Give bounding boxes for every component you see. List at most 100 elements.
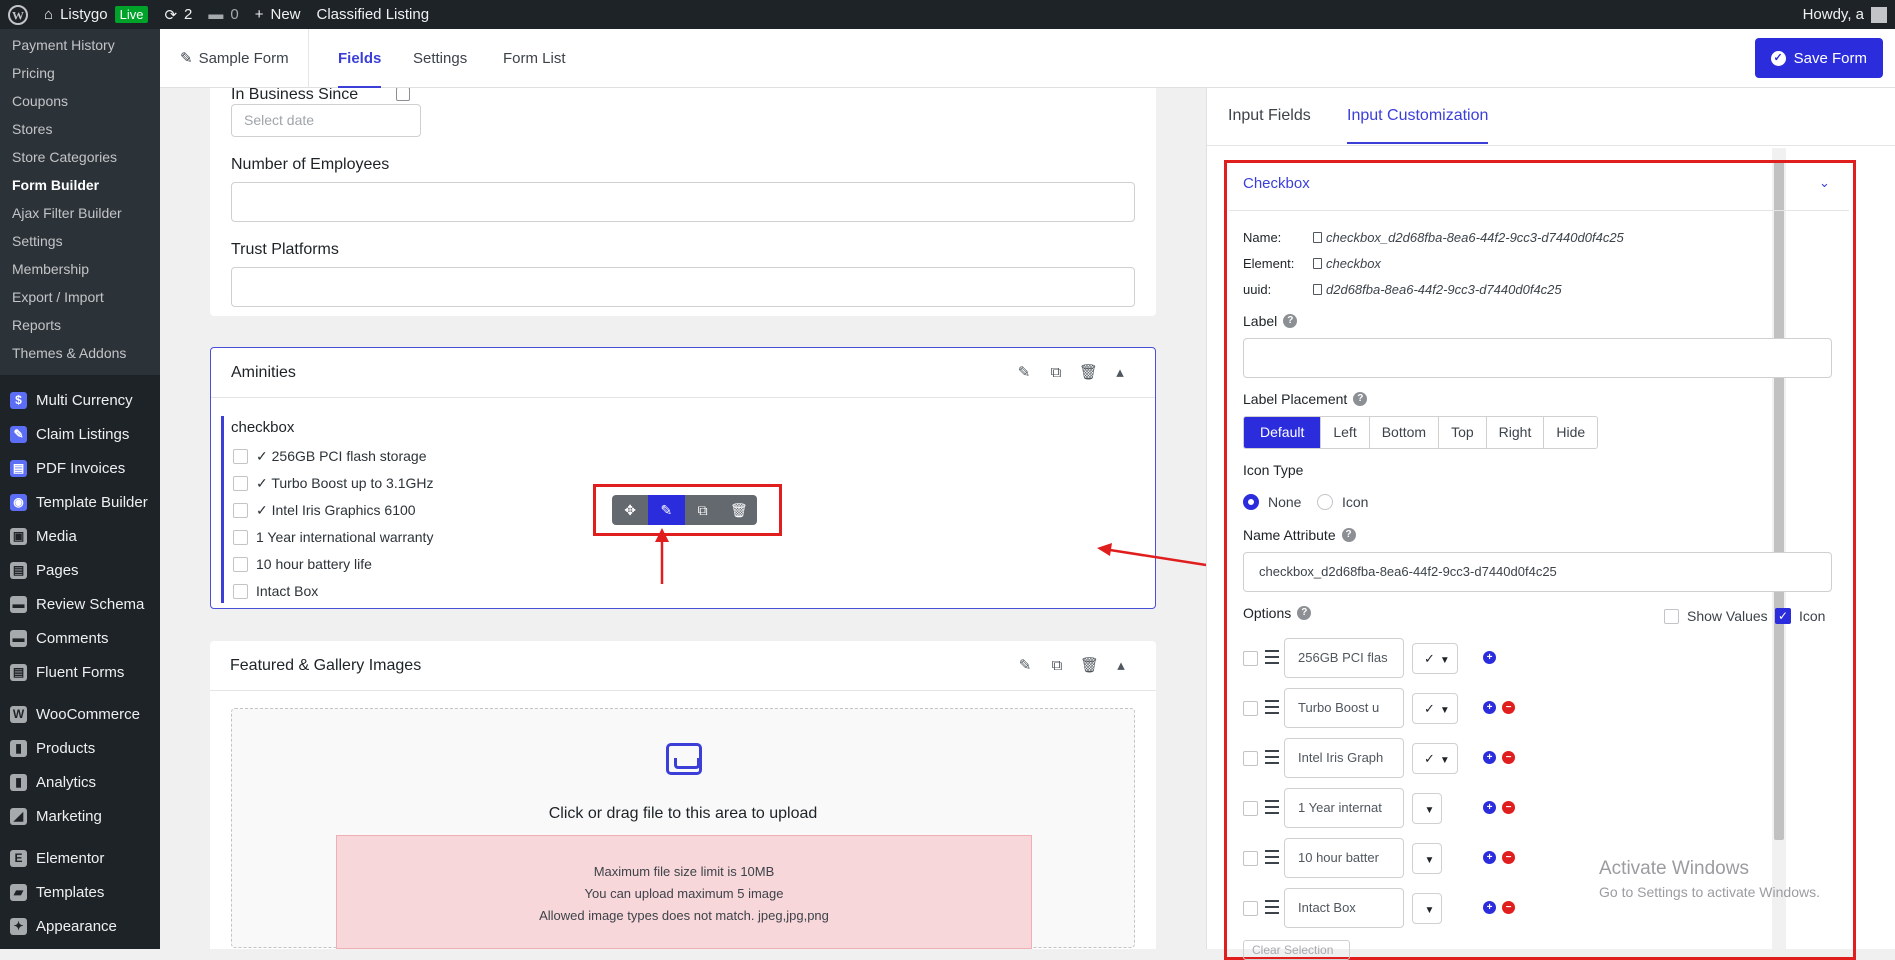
label-placement-text: Label Placement — [1243, 391, 1348, 407]
option-icon-select[interactable]: ▼ — [1412, 893, 1442, 924]
option-icon-select[interactable]: ✓ ▼ — [1412, 643, 1458, 674]
help-icon[interactable]: ? — [1341, 528, 1356, 542]
name-attribute-title: Name Attribute? — [1243, 527, 1356, 543]
add-option-icon[interactable]: + — [1483, 801, 1496, 814]
icon-checkbox[interactable]: ✓ — [1775, 608, 1791, 624]
radio-label: Icon — [1342, 494, 1369, 510]
label-input[interactable] — [1243, 338, 1832, 378]
option-value-input[interactable]: Turbo Boost u — [1284, 688, 1404, 728]
radio-dot[interactable] — [1243, 494, 1259, 510]
help-icon[interactable]: ? — [1297, 606, 1312, 620]
label-title-text: Label — [1243, 313, 1278, 329]
icon-type-none-radio[interactable]: None — [1243, 494, 1301, 510]
meta-value[interactable]: checkbox — [1313, 256, 1381, 271]
remove-option-icon[interactable]: − — [1502, 801, 1515, 814]
drag-handle-icon[interactable] — [1265, 800, 1279, 814]
option-row: 1 Year internat ▼ + − — [1243, 788, 1623, 828]
option-icon: ✓ — [1424, 751, 1435, 766]
placement-right-button[interactable]: Right — [1485, 417, 1544, 448]
option-row: Intact Box ▼ + − — [1243, 888, 1623, 928]
options-title: Options? — [1243, 605, 1312, 621]
add-option-icon[interactable]: + — [1483, 751, 1496, 764]
placement-default-button[interactable]: Default — [1244, 417, 1321, 448]
help-icon[interactable]: ? — [1283, 314, 1298, 328]
caret-down-icon: ▼ — [1424, 855, 1435, 866]
add-option-icon[interactable]: + — [1483, 651, 1496, 664]
add-option-icon[interactable]: + — [1483, 701, 1496, 714]
remove-option-icon[interactable]: − — [1502, 701, 1515, 714]
option-default-checkbox[interactable] — [1243, 801, 1258, 816]
label-title: Label? — [1243, 313, 1298, 329]
radio-dot[interactable] — [1317, 494, 1333, 510]
show-values-toggle[interactable]: Show Values — [1664, 608, 1768, 624]
name-value: checkbox_d2d68fba-8ea6-44f2-9cc3-d7440d0… — [1326, 230, 1624, 245]
meta-value[interactable]: d2d68fba-8ea6-44f2-9cc3-d7440d0f4c25 — [1313, 282, 1562, 297]
tabs-divider — [1207, 145, 1895, 146]
show-values-label: Show Values — [1687, 608, 1768, 624]
option-value-input[interactable]: 10 hour batter — [1284, 838, 1404, 878]
help-icon[interactable]: ? — [1353, 392, 1368, 406]
checkbox-section-title[interactable]: Checkbox — [1243, 175, 1310, 192]
option-icon-select[interactable]: ✓ ▼ — [1412, 693, 1458, 724]
option-row: 10 hour batter ▼ + − — [1243, 838, 1623, 878]
option-icon: ✓ — [1424, 701, 1435, 716]
option-icon: ✓ — [1424, 651, 1435, 666]
element-value: checkbox — [1326, 256, 1381, 271]
remove-option-icon[interactable]: − — [1502, 901, 1515, 914]
placement-hide-button[interactable]: Hide — [1543, 417, 1597, 448]
icon-toggle[interactable]: ✓ Icon — [1775, 608, 1825, 624]
placement-bottom-button[interactable]: Bottom — [1368, 417, 1438, 448]
copy-icon — [1313, 258, 1322, 269]
caret-down-icon: ▼ — [1439, 655, 1450, 666]
copy-icon — [1313, 232, 1322, 243]
option-icon-select[interactable]: ✓ ▼ — [1412, 743, 1458, 774]
placement-top-button[interactable]: Top — [1438, 417, 1486, 448]
add-option-icon[interactable]: + — [1483, 851, 1496, 864]
icon-toggle-label: Icon — [1799, 608, 1826, 624]
meta-key: uuid: — [1243, 282, 1272, 297]
remove-option-icon[interactable]: − — [1502, 751, 1515, 764]
option-default-checkbox[interactable] — [1243, 751, 1258, 766]
drag-handle-icon[interactable] — [1265, 750, 1279, 764]
option-default-checkbox[interactable] — [1243, 651, 1258, 666]
option-value-input[interactable]: Intel Iris Graph — [1284, 738, 1404, 778]
name-attribute-input[interactable]: checkbox_d2d68fba-8ea6-44f2-9cc3-d7440d0… — [1243, 552, 1832, 592]
caret-down-icon: ▼ — [1424, 905, 1435, 916]
label-placement-title: Label Placement? — [1243, 391, 1368, 407]
meta-element: Element: checkbox — [1243, 256, 1381, 271]
option-value-input[interactable]: 1 Year internat — [1284, 788, 1404, 828]
caret-down-icon: ▼ — [1424, 805, 1435, 816]
drag-handle-icon[interactable] — [1265, 650, 1279, 664]
options-title-text: Options — [1243, 605, 1292, 621]
tab-input-fields[interactable]: Input Fields — [1228, 88, 1311, 144]
radio-label: None — [1268, 494, 1302, 510]
option-value-input[interactable]: 256GB PCI flas — [1284, 638, 1404, 678]
meta-value[interactable]: checkbox_d2d68fba-8ea6-44f2-9cc3-d7440d0… — [1313, 230, 1624, 245]
meta-uuid: uuid: d2d68fba-8ea6-44f2-9cc3-d7440d0f4c… — [1243, 282, 1562, 297]
show-values-checkbox[interactable] — [1664, 608, 1679, 624]
caret-down-icon: ▼ — [1439, 705, 1450, 716]
meta-key: Name: — [1243, 230, 1282, 245]
clear-selection-button[interactable]: Clear Selection — [1243, 940, 1350, 960]
option-default-checkbox[interactable] — [1243, 901, 1258, 916]
option-icon-select[interactable]: ▼ — [1412, 843, 1442, 874]
option-default-checkbox[interactable] — [1243, 851, 1258, 866]
option-default-checkbox[interactable] — [1243, 701, 1258, 716]
drag-handle-icon[interactable] — [1265, 700, 1279, 714]
icon-type-icon-radio[interactable]: Icon — [1317, 494, 1368, 510]
option-row: Turbo Boost u ✓ ▼ + − — [1243, 688, 1623, 728]
option-icon-select[interactable]: ▼ — [1412, 793, 1442, 824]
drag-handle-icon[interactable] — [1265, 850, 1279, 864]
remove-option-icon[interactable]: − — [1502, 851, 1515, 864]
drag-handle-icon[interactable] — [1265, 900, 1279, 914]
uuid-value: d2d68fba-8ea6-44f2-9cc3-d7440d0f4c25 — [1326, 282, 1562, 297]
watermark-title: Activate Windows — [1599, 858, 1749, 879]
tab-input-customization[interactable]: Input Customization — [1347, 88, 1489, 144]
watermark-subtitle: Go to Settings to activate Windows. — [1599, 884, 1820, 900]
option-value-input[interactable]: Intact Box — [1284, 888, 1404, 928]
placement-left-button[interactable]: Left — [1320, 417, 1368, 448]
add-option-icon[interactable]: + — [1483, 901, 1496, 914]
chevron-down-icon[interactable]: ⌄ — [1819, 175, 1830, 191]
caret-down-icon: ▼ — [1439, 755, 1450, 766]
name-attribute-text: Name Attribute — [1243, 527, 1336, 543]
